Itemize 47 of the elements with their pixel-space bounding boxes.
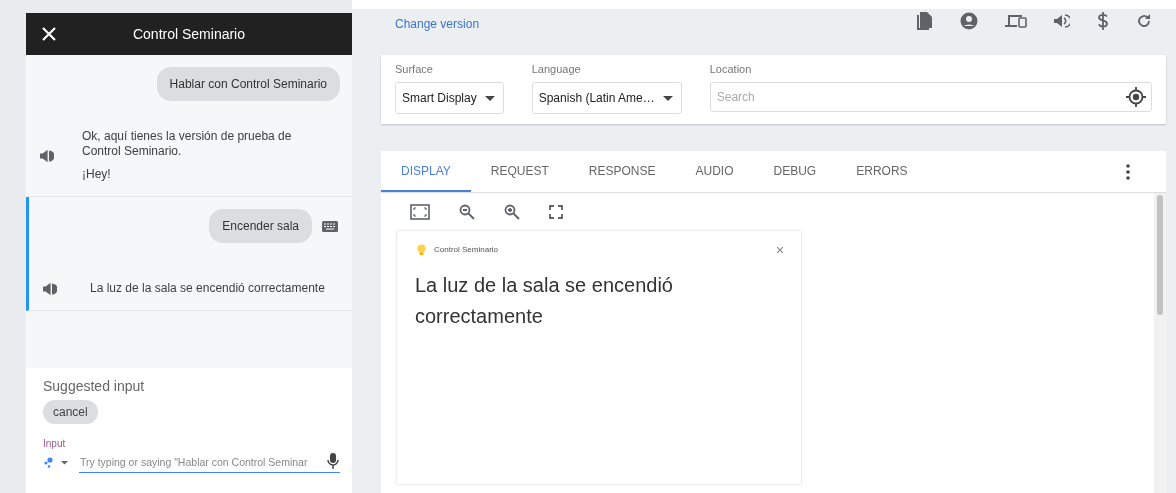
caret-icon — [484, 95, 495, 101]
simulator-title: Control Seminario — [132, 26, 246, 42]
zoom-out-icon[interactable] — [459, 204, 475, 220]
input-label: Input — [43, 438, 67, 449]
user-message: Hablar con Control Seminario — [156, 67, 340, 101]
speaker-icon[interactable] — [43, 282, 57, 295]
tab[interactable]: ERRORS — [836, 151, 928, 192]
lightbulb-icon — [415, 243, 428, 256]
assistant-response: La luz de la sala se encendió correctamente — [90, 281, 325, 296]
tab[interactable]: DISPLAY — [381, 151, 471, 192]
app-name: Control Seminario — [434, 245, 499, 254]
conversation-turn[interactable]: Hablar con Control Seminario Ok, aquí tienes la versión de prueba de Control Seminario. ¡Hey! — [26, 55, 352, 197]
caret-icon — [662, 95, 673, 101]
suggestion-chip[interactable]: cancel — [43, 400, 98, 424]
fullscreen-icon[interactable] — [549, 205, 563, 219]
more-options-icon[interactable] — [1126, 163, 1130, 180]
change-version-link[interactable]: Change version — [381, 17, 480, 31]
input-field[interactable]: Try typing or saying "Hablar con Control Seminar — [79, 451, 340, 473]
location-label: Location — [709, 63, 753, 75]
tab[interactable]: RESPONSE — [568, 151, 676, 192]
surface-dropdown[interactable]: Smart Display — [395, 82, 504, 114]
microphone-icon[interactable] — [327, 453, 339, 469]
tab[interactable]: AUDIO — [675, 151, 754, 192]
suggested-input-label: Suggested input — [43, 378, 146, 394]
user-message: Encender sala — [209, 209, 312, 243]
assistant-response: ¡Hey! — [82, 167, 112, 182]
assistant-dots-dropdown[interactable] — [43, 456, 69, 468]
refresh-icon[interactable] — [1136, 13, 1152, 29]
scrollbar[interactable] — [1154, 193, 1166, 493]
conversation-turn[interactable]: Encender sala La luz de la sala se encendió correctamente — [26, 197, 352, 311]
account-icon[interactable] — [960, 12, 978, 30]
language-dropdown[interactable]: Spanish (Latin Ame… — [531, 82, 682, 114]
speaker-icon[interactable] — [40, 149, 54, 162]
surface-label: Surface — [395, 63, 434, 75]
fit-screen-icon[interactable] — [410, 204, 430, 220]
language-label: Language — [531, 63, 582, 75]
documents-icon[interactable] — [915, 12, 933, 30]
devices-icon[interactable] — [1005, 13, 1027, 29]
volume-icon[interactable] — [1054, 14, 1070, 28]
tab[interactable]: REQUEST — [470, 151, 569, 192]
location-target-icon[interactable] — [1126, 87, 1146, 107]
tab[interactable]: DEBUG — [753, 151, 837, 192]
assistant-response: Ok, aquí tienes la versión de prueba de Control Seminario. — [82, 129, 293, 159]
dollar-icon[interactable] — [1097, 12, 1109, 30]
location-search-field[interactable]: Search — [709, 82, 1152, 112]
display-text: La luz de la sala se encendió correctamente — [415, 273, 674, 329]
zoom-in-icon[interactable] — [504, 204, 520, 220]
